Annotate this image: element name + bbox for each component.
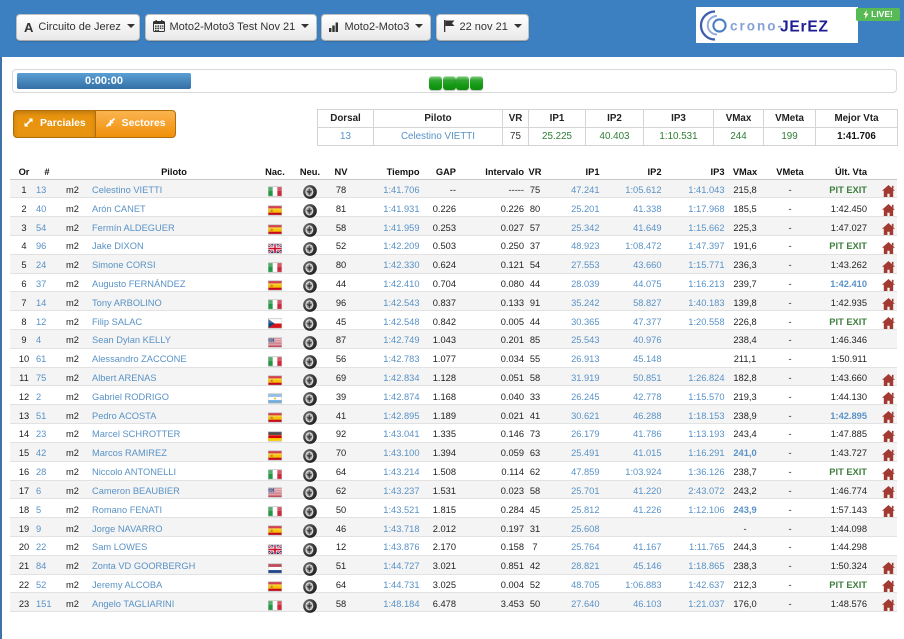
svg-text:JErEZ: JErEZ <box>780 19 829 36</box>
svg-text:crono-: crono- <box>730 19 784 34</box>
